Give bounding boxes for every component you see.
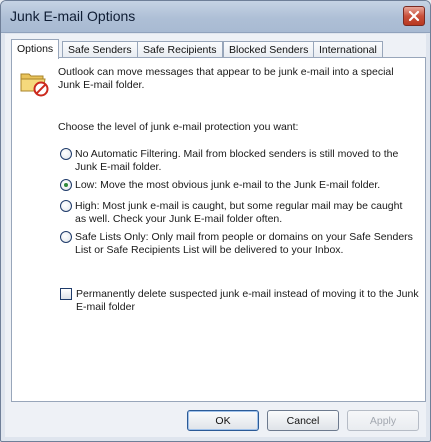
protection-level-prompt: Choose the level of junk e-mail protecti…	[58, 121, 299, 133]
tab-international[interactable]: International	[313, 41, 383, 58]
close-button[interactable]	[403, 6, 425, 26]
ok-button[interactable]: OK	[187, 410, 259, 431]
radio-button[interactable]	[60, 200, 72, 212]
permanently-delete-checkbox[interactable]	[60, 288, 72, 300]
junk-folder-icon	[20, 73, 49, 97]
radio-button-selected[interactable]	[60, 179, 72, 191]
junk-email-options-dialog: Junk E-mail Options Options Safe Senders…	[0, 0, 431, 442]
radio-label: No Automatic Filtering. Mail from blocke…	[75, 148, 399, 173]
radio-label: Low: Move the most obvious junk e-mail t…	[75, 179, 381, 191]
window-title: Junk E-mail Options	[10, 8, 136, 24]
tab-safe-senders[interactable]: Safe Senders	[62, 41, 138, 58]
tab-safe-recipients[interactable]: Safe Recipients	[137, 41, 223, 58]
permanently-delete-label: Permanently delete suspected junk e-mail…	[76, 288, 419, 313]
radio-button[interactable]	[60, 231, 72, 243]
tab-options[interactable]: Options	[11, 39, 60, 59]
intro-text: Outlook can move messages that appear to…	[58, 66, 394, 91]
radio-label: Safe Lists Only: Only mail from people o…	[75, 231, 413, 256]
dialog-body: Options Safe Senders Safe Recipients Blo…	[5, 34, 426, 437]
options-panel: Outlook can move messages that appear to…	[11, 57, 426, 402]
title-bar[interactable]: Junk E-mail Options	[1, 1, 430, 33]
tab-blocked-senders[interactable]: Blocked Senders	[223, 41, 315, 58]
apply-button[interactable]: Apply	[347, 410, 419, 431]
radio-label: High: Most junk e-mail is caught, but so…	[75, 200, 403, 225]
radio-button[interactable]	[60, 148, 72, 160]
cancel-button[interactable]: Cancel	[267, 410, 339, 431]
close-icon	[408, 10, 420, 22]
